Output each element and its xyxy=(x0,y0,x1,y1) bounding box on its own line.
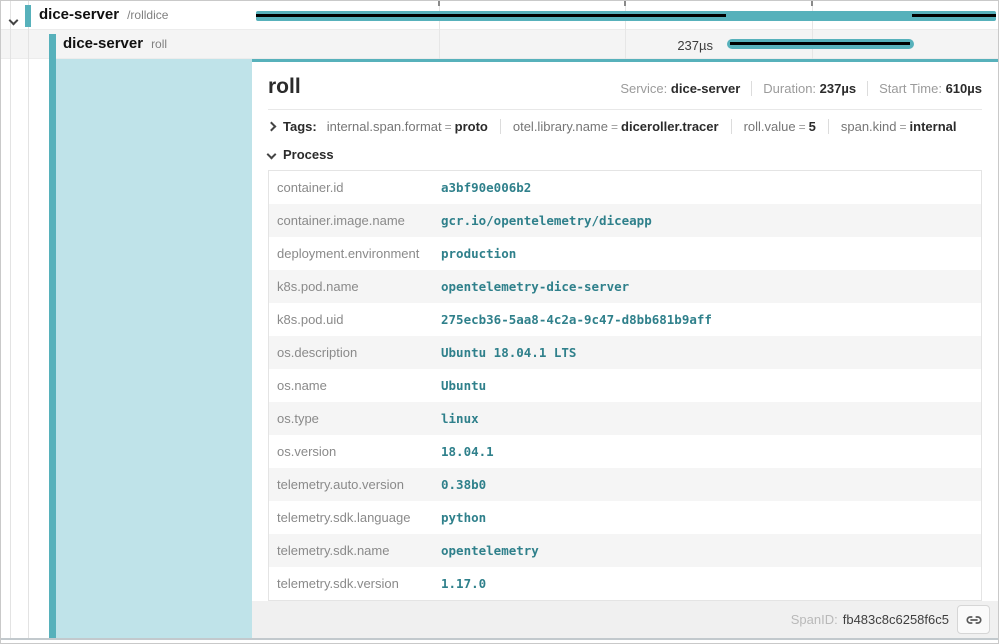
collapse-chevron-icon[interactable] xyxy=(10,11,17,29)
table-row: os.descriptionUbuntu 18.04.1 LTS xyxy=(269,336,981,369)
tags-summary: internal.span.format=proto otel.library.… xyxy=(327,119,957,134)
span-bar-roll[interactable] xyxy=(727,39,914,49)
timeline-tick xyxy=(811,1,813,6)
operation-name: /rolldice xyxy=(127,8,168,22)
span-detail-panel: roll Service: dice-server Duration: 237µ… xyxy=(252,59,998,638)
table-row: container.ida3bf90e006b2 xyxy=(269,171,981,204)
timeline-tick xyxy=(438,1,440,6)
link-icon xyxy=(965,611,983,629)
span-detail-header[interactable]: roll Service: dice-server Duration: 237µ… xyxy=(268,62,982,110)
critical-path-segment xyxy=(730,42,910,45)
equals-sign: = xyxy=(442,120,455,134)
service-color-bar xyxy=(49,34,56,638)
meta-duration: Duration: 237µs xyxy=(751,81,856,96)
span-duration-label: 237µs xyxy=(622,38,720,53)
spanid-label: SpanID: xyxy=(791,612,838,627)
selected-span-column-highlight xyxy=(56,59,252,638)
tree-item-roll[interactable]: dice-server roll xyxy=(63,35,167,53)
table-row: container.image.namegcr.io/opentelemetry… xyxy=(269,204,981,237)
tags-accordion[interactable]: Tags: internal.span.format=proto otel.li… xyxy=(268,110,982,141)
process-label: Process xyxy=(283,147,334,162)
tag-item: span.kind=internal xyxy=(828,119,957,134)
span-bar-rolldice[interactable] xyxy=(256,11,996,21)
table-row: os.nameUbuntu xyxy=(269,369,981,402)
table-row: telemetry.sdk.nameopentelemetry xyxy=(269,534,981,567)
table-row: os.version18.04.1 xyxy=(269,435,981,468)
process-kv-table: container.ida3bf90e006b2 container.image… xyxy=(268,170,982,601)
detail-row-bottom-border xyxy=(1,638,998,640)
critical-path-segment xyxy=(256,14,726,17)
meta-service: Service: dice-server xyxy=(620,81,740,96)
meta-start-time: Start Time: 610µs xyxy=(867,81,982,96)
table-row: k8s.pod.nameopentelemetry-dice-server xyxy=(269,270,981,303)
tag-item: otel.library.name=diceroller.tracer xyxy=(500,119,719,134)
critical-path-segment xyxy=(912,14,996,17)
service-name: dice-server xyxy=(39,6,119,23)
table-row: telemetry.auto.version0.38b0 xyxy=(269,468,981,501)
span-title: roll xyxy=(268,75,301,99)
timeline-gridline xyxy=(439,1,440,59)
table-row: telemetry.sdk.languagepython xyxy=(269,501,981,534)
table-row: k8s.pod.uid275ecb36-5aa8-4c2a-9c47-d8bb6… xyxy=(269,303,981,336)
chevron-down-icon xyxy=(267,150,277,160)
timeline-tick xyxy=(624,1,626,6)
tags-label: Tags: xyxy=(283,119,317,134)
equals-sign: = xyxy=(796,120,809,134)
spanid-value: fb483c8c6258f6c5 xyxy=(843,612,949,627)
span-meta: Service: dice-server Duration: 237µs Sta… xyxy=(620,81,982,96)
copy-link-button[interactable] xyxy=(957,605,990,634)
service-color-bar xyxy=(25,5,31,27)
tree-guide xyxy=(28,1,29,638)
chevron-right-icon xyxy=(267,122,277,132)
table-row: telemetry.sdk.version1.17.0 xyxy=(269,567,981,600)
equals-sign: = xyxy=(608,120,621,134)
equals-sign: = xyxy=(897,120,910,134)
table-row: deployment.environmentproduction xyxy=(269,237,981,270)
tree-item-rolldice[interactable]: dice-server/rolldice xyxy=(39,6,168,24)
span-detail-footer: SpanID: fb483c8c6258f6c5 xyxy=(252,601,998,638)
table-row: os.typelinux xyxy=(269,402,981,435)
tag-item: roll.value=5 xyxy=(731,119,816,134)
process-accordion[interactable]: Process xyxy=(268,141,982,170)
tree-guide xyxy=(10,1,11,638)
tag-item: internal.span.format=proto xyxy=(327,119,488,134)
service-name: dice-server xyxy=(63,35,143,52)
trace-timeline: 237µs xyxy=(252,1,998,59)
timeline-gridline xyxy=(812,1,813,59)
trace-view: dice-server/rolldice dice-server roll 237… xyxy=(0,0,999,644)
operation-name: roll xyxy=(151,37,167,51)
